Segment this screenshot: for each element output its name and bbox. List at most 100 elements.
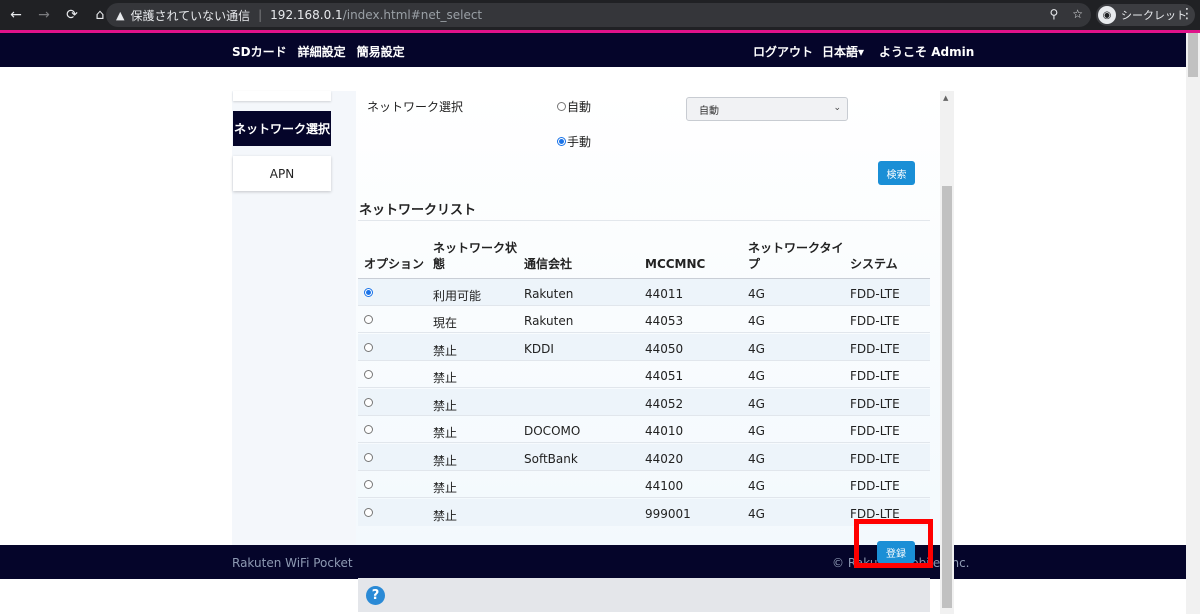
row-system: FDD-LTE [850,369,900,383]
site-footer [0,545,1200,579]
radio-manual[interactable]: 手動 [557,133,591,150]
row-radio[interactable] [364,453,373,462]
forward-icon[interactable]: → [32,3,56,27]
row-radio[interactable] [364,370,373,379]
network-list-title: ネットワークリスト [359,203,477,218]
network-select-label: ネットワーク選択 [367,100,464,114]
browser-menu-icon[interactable]: ⋮ [1180,6,1194,22]
row-carrier: DOCOMO [524,424,581,438]
back-icon[interactable]: ← [4,3,28,27]
row-status: 禁止 [433,371,458,385]
row-type: 4G [748,287,765,301]
radio-manual-label: 手動 [567,135,592,149]
row-type: 4G [748,342,765,356]
browser-toolbar: ← → ⟳ ⌂ ▲ 保護されていない通信 | 192.168.0.1 /inde… [0,0,1200,30]
row-system: FDD-LTE [850,452,900,466]
table-row[interactable]: 禁止 DOCOMO 44010 4G FDD-LTE [358,416,930,443]
table-row[interactable]: 禁止 SoftBank 44020 4G FDD-LTE [358,444,930,471]
header-mccmnc: MCCMNC [645,257,706,271]
language-dropdown[interactable]: 日本語▾ [822,43,864,60]
row-radio[interactable] [364,480,373,489]
scroll-up-icon[interactable]: ▲ [943,94,948,102]
help-bar [358,578,930,612]
row-mccmnc: 44051 [645,369,684,383]
row-type: 4G [748,479,765,493]
footer-product-name: Rakuten WiFi Pocket [232,556,353,570]
row-type: 4G [748,397,765,411]
network-mode-value: 自動 [699,105,719,117]
row-type: 4G [748,314,765,328]
row-radio[interactable] [364,343,373,352]
table-header: オプション ネットワーク状 態 通信会社 MCCMNC ネットワークタイ プ シ… [0,238,1200,278]
row-divider [358,497,930,498]
search-button[interactable]: 検索 [878,161,915,185]
sidebar-item-partial[interactable] [233,91,331,101]
table-row[interactable]: 禁止 KDDI 44050 4G FDD-LTE [358,334,930,361]
row-mccmnc: 44100 [645,479,684,493]
url-path: /index.html#net_select [342,8,483,22]
table-row[interactable]: 禁止 44051 4G FDD-LTE [358,361,930,388]
table-row[interactable]: 現在 Rakuten 44053 4G FDD-LTE [358,306,930,333]
header-system: システム [850,257,898,271]
help-icon[interactable]: ? [366,586,385,605]
row-radio[interactable] [364,425,373,434]
row-status: 禁止 [433,344,458,358]
security-warning: 保護されていない通信 [130,8,251,23]
window-scroll-thumb[interactable] [1188,33,1198,77]
row-divider [358,387,930,388]
row-radio[interactable] [364,315,373,324]
row-radio[interactable] [364,398,373,407]
row-status: 禁止 [433,426,458,440]
register-button[interactable]: 登録 [877,541,915,563]
row-type: 4G [748,452,765,466]
table-row[interactable]: 禁止 44052 4G FDD-LTE [358,389,930,416]
radio-manual-circle[interactable] [557,137,566,146]
radio-auto-circle[interactable] [557,102,566,111]
row-carrier: KDDI [524,342,554,356]
table-row[interactable]: 禁止 999001 4G FDD-LTE [358,499,930,526]
logout-link[interactable]: ログアウト [753,43,813,60]
divider [358,220,930,221]
incognito-label: シークレット [1121,9,1187,22]
url-host: 192.168.0.1 [270,8,343,22]
address-bar[interactable]: ▲ 保護されていない通信 | 192.168.0.1 /index.html#n… [106,3,1091,27]
row-carrier: Rakuten [524,287,574,301]
welcome-text: ようこそ Admin [879,45,975,59]
reload-icon[interactable]: ⟳ [60,3,84,27]
row-mccmnc: 44052 [645,397,684,411]
row-system: FDD-LTE [850,287,900,301]
nav-quick-settings[interactable]: 簡易設定 [357,43,405,60]
row-system: FDD-LTE [850,397,900,411]
address-separator: | [258,8,263,22]
row-mccmnc: 44011 [645,287,684,301]
panel-scroll-thumb[interactable] [942,186,952,608]
zoom-icon[interactable]: ⚲ [1049,7,1058,21]
nav-sd-card[interactable]: SDカード [232,43,287,60]
row-system: FDD-LTE [850,479,900,493]
network-mode-select[interactable]: 自動 ⌄ [686,97,848,121]
bookmark-star-icon[interactable]: ☆ [1072,7,1083,21]
nav-advanced-settings[interactable]: 詳細設定 [298,43,346,60]
row-mccmnc: 44053 [645,314,684,328]
row-mccmnc: 44020 [645,452,684,466]
row-radio[interactable] [364,288,373,297]
row-status: 利用可能 [433,289,482,303]
table-row[interactable]: 利用可能 Rakuten 44011 4G FDD-LTE [358,279,930,306]
row-type: 4G [748,424,765,438]
header-option: オプション [364,257,425,271]
sidebar-item-network-select[interactable]: ネットワーク選択 [233,111,331,146]
row-radio[interactable] [364,508,373,517]
chevron-down-icon: ⌄ [833,103,841,113]
row-mccmnc: 44050 [645,342,684,356]
radio-auto[interactable]: 自動 [557,98,591,115]
sidebar-item-apn[interactable]: APN [233,156,331,191]
header-network-type: ネットワークタイ プ [748,241,844,271]
row-system: FDD-LTE [850,424,900,438]
row-divider [358,442,930,443]
window-scrollbar[interactable] [1186,33,1200,614]
row-mccmnc: 44010 [645,424,684,438]
row-status: 禁止 [433,454,458,468]
header-network-status: ネットワーク状 態 [433,241,518,271]
table-row[interactable]: 禁止 44100 4G FDD-LTE [358,471,930,498]
row-system: FDD-LTE [850,342,900,356]
